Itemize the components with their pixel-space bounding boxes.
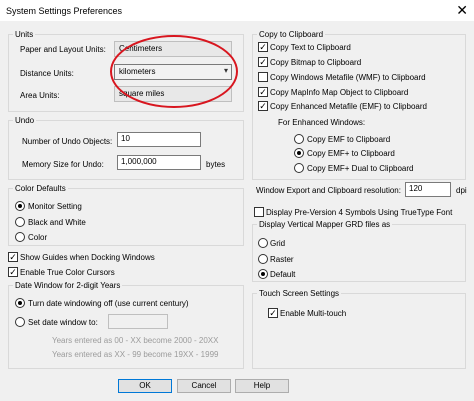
grd-raster-label: Raster — [270, 255, 294, 264]
copy-wmf-label: Copy Windows Metafile (WMF) to Clipboard — [270, 73, 426, 82]
copy-emf-checkbox[interactable]: ✓ — [258, 101, 268, 111]
emf-plus-radio[interactable] — [294, 148, 304, 158]
pre-version4-checkbox[interactable] — [254, 207, 264, 217]
show-guides-label: Show Guides when Docking Windows — [20, 253, 155, 262]
date-window-off-radio[interactable] — [15, 298, 25, 308]
clipboard-legend: Copy to Clipboard — [259, 30, 324, 39]
emf-plus-dual-label: Copy EMF+ Dual to Clipboard — [307, 164, 414, 173]
grd-grid-radio[interactable] — [258, 238, 268, 248]
emf-label: Copy EMF to Clipboard — [307, 135, 391, 144]
set-date-window-label: Set date window to: — [28, 318, 98, 327]
pre-version4-label: Display Pre-Version 4 Symbols Using True… — [266, 208, 453, 217]
date-window-note-1: Years entered as 00 - XX become 2000 - 2… — [52, 336, 219, 345]
copy-mapinfo-checkbox[interactable]: ✓ — [258, 87, 268, 97]
area-units-label: Area Units: — [20, 91, 60, 100]
units-legend: Units — [15, 30, 34, 39]
emf-plus-dual-radio[interactable] — [294, 163, 304, 173]
monitor-setting-radio[interactable] — [15, 201, 25, 211]
emf-radio[interactable] — [294, 134, 304, 144]
date-window-note-2: Years entered as XX - 99 become 19XX - 1… — [52, 350, 219, 359]
color-defaults-legend: Color Defaults — [15, 184, 66, 193]
grd-default-radio[interactable] — [258, 269, 268, 279]
true-color-cursors-checkbox[interactable]: ✓ — [8, 267, 18, 277]
date-window-off-label: Turn date windowing off (use current cen… — [28, 299, 189, 308]
monitor-setting-label: Monitor Setting — [28, 202, 82, 211]
black-and-white-radio[interactable] — [15, 217, 25, 227]
copy-bitmap-label: Copy Bitmap to Clipboard — [270, 58, 362, 67]
resolution-input[interactable]: 120 — [405, 182, 451, 197]
color-label: Color — [28, 233, 48, 242]
undo-objects-value: 10 — [121, 134, 130, 143]
copy-text-checkbox[interactable]: ✓ — [258, 42, 268, 52]
for-enhanced-label: For Enhanced Windows: — [278, 118, 366, 127]
resolution-label: Window Export and Clipboard resolution: — [256, 186, 401, 195]
undo-memory-label: Memory Size for Undo: — [22, 160, 104, 169]
undo-legend: Undo — [15, 116, 35, 125]
multitouch-label: Enable Multi-touch — [280, 309, 347, 318]
undo-memory-unit: bytes — [206, 160, 226, 169]
paper-units-label: Paper and Layout Units: — [20, 45, 106, 54]
undo-memory-input[interactable]: 1,000,000 — [117, 155, 201, 170]
cancel-button[interactable]: Cancel — [177, 379, 231, 393]
red-highlight-ellipse — [110, 35, 238, 108]
ok-button[interactable]: OK — [118, 379, 172, 393]
grd-legend: Display Vertical Mapper GRD files as — [259, 220, 391, 229]
copy-wmf-checkbox[interactable] — [258, 72, 268, 82]
undo-group: Undo — [8, 116, 244, 180]
color-radio[interactable] — [15, 232, 25, 242]
undo-memory-value: 1,000,000 — [121, 157, 157, 166]
emf-plus-label: Copy EMF+ to Clipboard — [307, 149, 395, 158]
touch-group: Touch Screen Settings — [252, 289, 466, 369]
grd-grid-label: Grid — [270, 239, 286, 248]
show-guides-checkbox[interactable]: ✓ — [8, 252, 18, 262]
set-date-window-radio[interactable] — [15, 317, 25, 327]
date-window-input[interactable] — [108, 314, 168, 329]
resolution-value: 120 — [409, 184, 423, 193]
copy-bitmap-checkbox[interactable]: ✓ — [258, 57, 268, 67]
grd-raster-radio[interactable] — [258, 254, 268, 264]
touch-legend: Touch Screen Settings — [259, 289, 340, 298]
distance-units-label: Distance Units: — [20, 69, 74, 78]
copy-text-label: Copy Text to Clipboard — [270, 43, 351, 52]
title-bar: System Settings Preferences ✕ — [0, 0, 474, 22]
undo-objects-label: Number of Undo Objects: — [22, 137, 113, 146]
copy-mapinfo-label: Copy MapInfo Map Object to Clipboard — [270, 88, 409, 97]
window-title: System Settings Preferences — [6, 6, 123, 16]
close-icon[interactable]: ✕ — [456, 2, 468, 18]
date-window-legend: Date Window for 2-digit Years — [15, 281, 121, 290]
resolution-unit: dpi — [456, 186, 467, 195]
undo-objects-input[interactable]: 10 — [117, 132, 201, 147]
grd-default-label: Default — [270, 270, 296, 279]
black-and-white-label: Black and White — [28, 218, 86, 227]
multitouch-checkbox[interactable]: ✓ — [268, 308, 278, 318]
help-button[interactable]: Help — [235, 379, 289, 393]
true-color-cursors-label: Enable True Color Cursors — [20, 268, 115, 277]
copy-emf-label: Copy Enhanced Metafile (EMF) to Clipboar… — [270, 102, 427, 111]
